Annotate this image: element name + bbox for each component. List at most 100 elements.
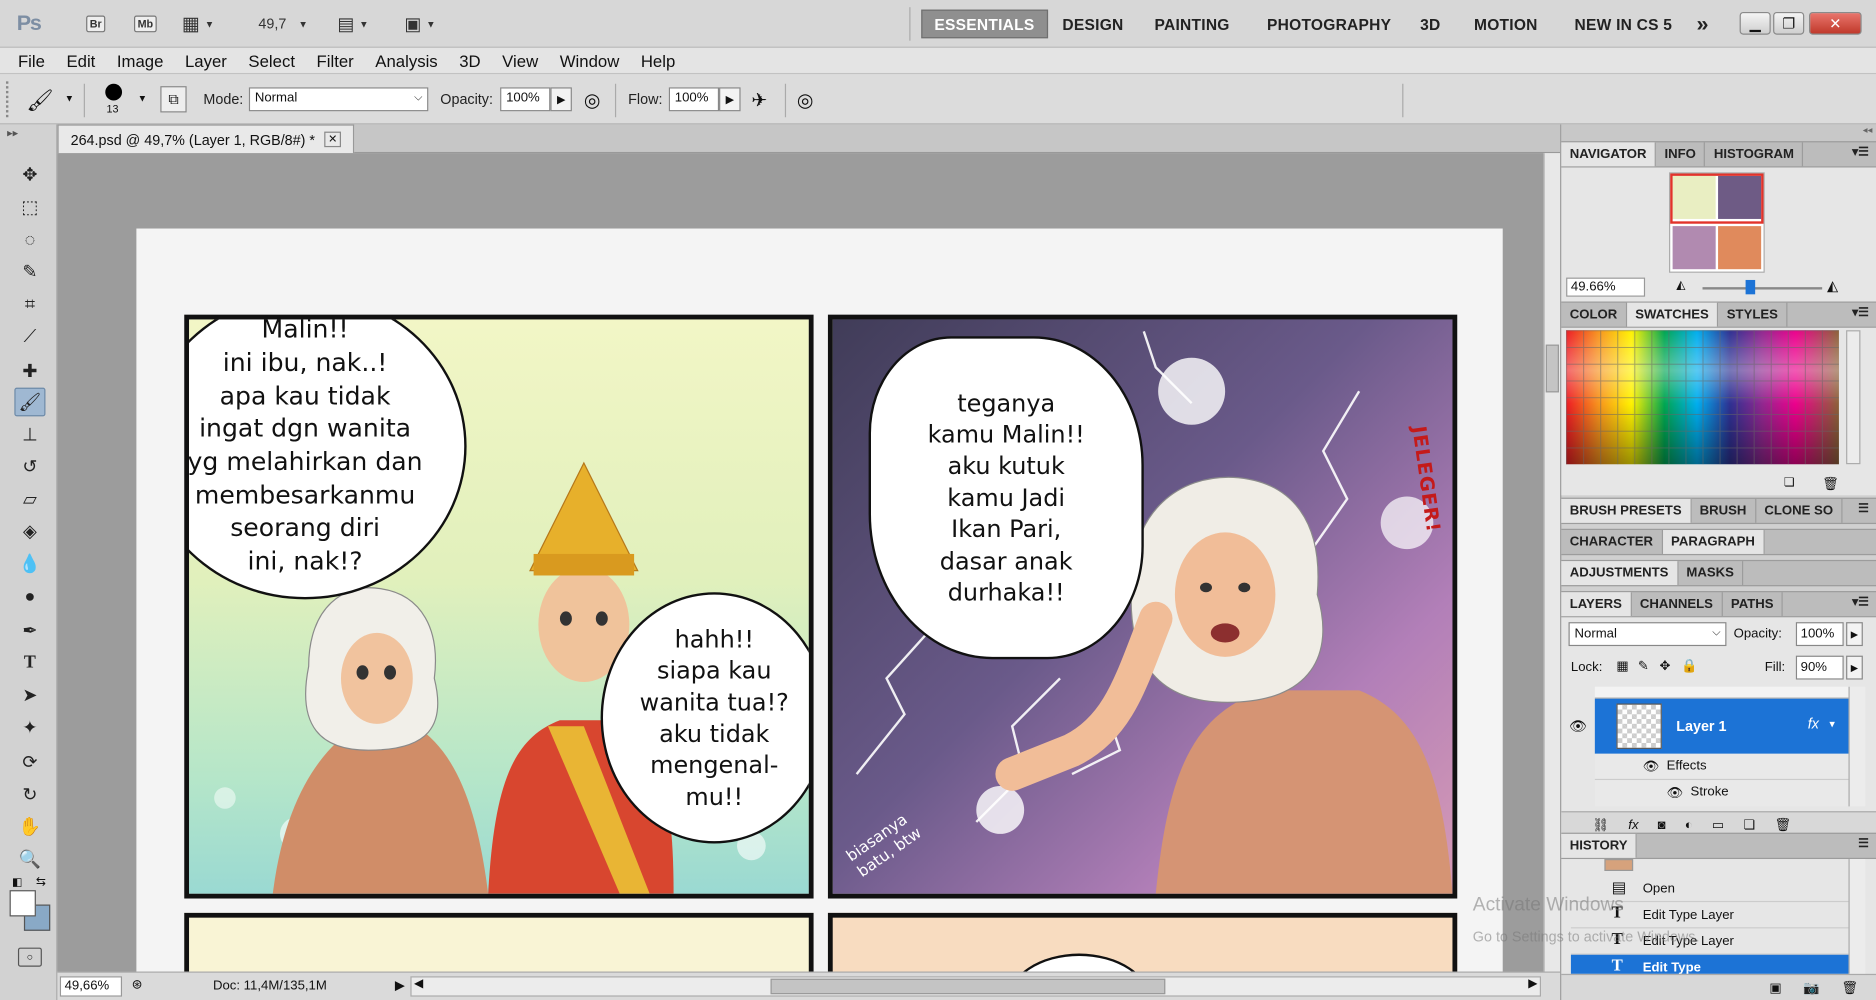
crop-tool-icon[interactable]: ⌗ [14,290,45,319]
bridge-button[interactable]: Br [86,12,106,36]
menu-window[interactable]: Window [560,51,620,70]
menu-view[interactable]: View [502,51,538,70]
layer-effects-icon[interactable]: fx [1808,715,1819,732]
brush-tool-preset-icon[interactable]: 🖌 [26,89,53,114]
adjustment-layer-icon[interactable]: ◐ [1685,818,1693,832]
tab-history[interactable]: HISTORY [1561,833,1638,858]
layer-expand-icon[interactable]: ▾ [1829,718,1834,731]
blend-mode-select[interactable]: Normal ⌵ [1568,622,1727,647]
scroll-left-icon[interactable]: ◀ [414,977,423,990]
lock-all-icon[interactable]: 🔒 [1681,658,1697,673]
workspace-motion[interactable]: MOTION [1474,10,1538,39]
tablet-pressure-size-icon[interactable]: ◎ [797,89,814,113]
arrange-documents-dropdown[interactable]: ▤ ▼ [337,12,368,36]
workspace-design[interactable]: DESIGN [1062,10,1123,39]
history-snapshot-thumbnail[interactable] [1604,859,1634,872]
navigator-thumbnail[interactable] [1669,172,1765,273]
tab-clone-source[interactable]: CLONE SO [1756,498,1843,523]
brush-tip-preview-icon[interactable] [105,83,123,101]
layer-row-selected[interactable]: Layer 1 fx ▾ [1594,698,1849,754]
minimize-button[interactable]: ▁ [1739,11,1771,35]
tab-color[interactable]: COLOR [1561,302,1627,327]
move-tool-icon[interactable]: ✥ [14,160,45,189]
zoom-tool-icon[interactable]: 🔍 [14,845,45,874]
history-brush-tool-icon[interactable]: ↺ [14,452,45,481]
healing-brush-tool-icon[interactable]: ✚ [14,357,45,386]
layers-scrollbar[interactable] [1848,686,1866,807]
fill-slider-button[interactable]: ▶ [1846,655,1863,680]
tab-info[interactable]: INFO [1656,142,1706,167]
zoom-in-icon[interactable]: ◭ [1827,278,1838,295]
mini-bridge-button[interactable]: Mb [134,12,157,36]
view-extras-dropdown[interactable]: ▦ ▼ [182,12,214,36]
lasso-tool-icon[interactable]: ◌ [14,225,45,254]
panel-menu-icon[interactable]: ▾☰ [1844,303,1876,327]
delete-swatch-icon[interactable]: 🗑 [1822,476,1839,491]
swatch-grid[interactable] [1566,330,1839,465]
quick-mask-icon[interactable]: ○ [17,947,42,967]
new-layer-icon[interactable]: ❏ [1743,817,1755,832]
fill-input[interactable]: 90% [1795,655,1844,680]
tab-brush[interactable]: BRUSH [1691,498,1756,523]
marquee-tool-icon[interactable]: ⬚ [14,193,45,222]
menu-filter[interactable]: Filter [317,51,354,70]
panel-menu-icon[interactable]: ▾☰ [1844,592,1876,616]
zoom-level-dropdown[interactable]: 49,7 ▼ [258,12,307,36]
type-tool-icon[interactable]: T [14,648,45,677]
tab-navigator[interactable]: NAVIGATOR [1561,142,1657,167]
tab-adjustments[interactable]: ADJUSTMENTS [1561,561,1679,586]
shape-tool-icon[interactable]: ✦ [14,713,45,742]
layer-opacity-input[interactable]: 100% [1795,622,1844,647]
layer-effects-row[interactable]: 👁 Effects [1594,753,1849,781]
screen-mode-dropdown[interactable]: ▣ ▼ [404,12,435,36]
toolbox-collapse-icon[interactable]: ▸▸ [7,127,18,140]
layer-opacity-slider-button[interactable]: ▶ [1846,622,1863,647]
delete-layer-icon[interactable]: 🗑 [1774,817,1791,832]
document-tab[interactable]: 264.psd @ 49,7% (Layer 1, RGB/8#) * ✕ [57,124,354,154]
zoom-field[interactable]: 49,66% [59,976,123,997]
navigator-view-box[interactable] [1670,173,1764,224]
navigator-zoom-slider[interactable] [1702,287,1823,290]
brush-tool-icon[interactable]: 🖌 [14,387,46,417]
zoom-out-icon[interactable]: ◭ [1676,279,1685,292]
swatches-scrollbar[interactable] [1846,330,1861,465]
opacity-input[interactable]: 100% [500,87,551,112]
tab-paragraph[interactable]: PARAGRAPH [1662,530,1765,554]
tab-masks[interactable]: MASKS [1678,561,1744,586]
paint-bucket-tool-icon[interactable]: ◈ [14,517,45,546]
new-document-from-state-icon[interactable]: ▣ [1769,980,1781,995]
menu-edit[interactable]: Edit [66,51,95,70]
flow-input[interactable]: 100% [668,87,720,112]
scroll-right-icon[interactable]: ▶ [1528,977,1537,990]
dodge-tool-icon[interactable]: ● [14,581,45,610]
menu-file[interactable]: File [18,51,45,70]
workspace-essentials[interactable]: ESSENTIALS [921,9,1048,39]
add-mask-icon[interactable]: ◙ [1658,818,1666,832]
tab-paths[interactable]: PATHS [1723,592,1784,617]
menu-analysis[interactable]: Analysis [375,51,437,70]
menu-help[interactable]: Help [641,51,675,70]
navigator-zoom-field[interactable]: 49.66% [1566,277,1646,297]
brush-picker-dropdown[interactable]: ▼ [138,93,147,104]
flow-slider-button[interactable]: ▶ [719,87,741,112]
vertical-scroll-thumb[interactable] [1545,344,1559,393]
tab-brush-presets[interactable]: BRUSH PRESETS [1561,498,1692,523]
dock-collapse-icon[interactable]: ◂◂ [1561,124,1876,142]
tab-swatches[interactable]: SWATCHES [1626,302,1719,327]
mode-select[interactable]: Normal ⌵ [248,87,429,112]
path-selection-tool-icon[interactable]: ➤ [14,681,45,710]
tool-preset-dropdown[interactable]: ▼ [65,93,74,104]
history-scrollbar[interactable] [1848,859,1866,974]
workspace-new-in-cs5[interactable]: NEW IN CS 5 [1575,10,1673,39]
tab-styles[interactable]: STYLES [1718,302,1788,327]
layer-name[interactable]: Layer 1 [1676,718,1726,735]
stroke-effect-row[interactable]: 👁 Stroke [1594,780,1849,807]
menu-image[interactable]: Image [117,51,164,70]
close-document-icon[interactable]: ✕ [324,131,341,148]
options-grip[interactable] [5,81,11,118]
effects-visibility-icon[interactable]: 👁 [1643,759,1660,774]
brush-panel-toggle-icon[interactable]: ⧉ [160,86,187,113]
tablet-pressure-opacity-icon[interactable]: ◎ [584,89,601,113]
workspace-painting[interactable]: PAINTING [1155,10,1230,39]
default-colors-icon[interactable]: ◧ [12,876,22,889]
